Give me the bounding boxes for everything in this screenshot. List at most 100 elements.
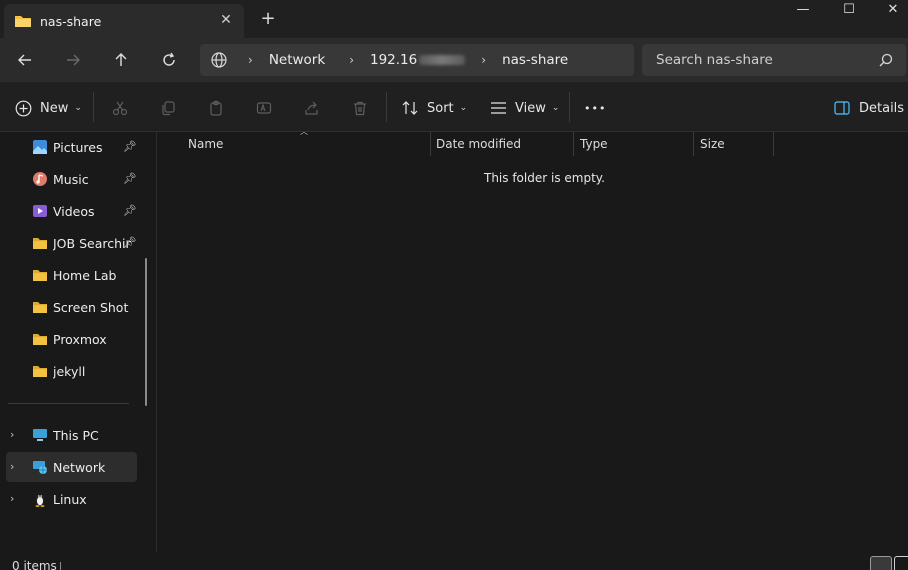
clipboard-icon [210,100,222,116]
close-window-button[interactable]: ✕ [870,0,908,22]
pin-icon[interactable]: 📌︎ [123,140,137,154]
sort-label: Sort [427,100,454,116]
new-button[interactable]: New ⌄ [15,96,82,120]
search-input[interactable] [656,52,866,68]
pictures-icon [33,140,47,154]
empty-folder-message: This folder is empty. [484,171,605,185]
search-box[interactable] [642,44,906,76]
scissors-icon [112,101,128,116]
breadcrumb-network[interactable]: Network [269,52,325,68]
details-pane-button[interactable]: Details [834,96,904,120]
breadcrumb-chevron-icon: › [349,53,354,67]
sidebar-scrollbar[interactable] [145,258,147,406]
copy-button[interactable] [160,96,176,120]
breadcrumb-chevron-icon: › [248,53,253,67]
forward-button[interactable] [61,48,85,72]
breadcrumb-nas-share[interactable]: nas-share [502,52,568,68]
sidebar-item-music[interactable]: Music 📌︎ [6,164,137,194]
back-button[interactable] [13,48,37,72]
chevron-down-icon: ⌄ [551,103,560,113]
pane-divider[interactable] [156,132,157,552]
maximize-button[interactable]: ☐ [826,0,872,22]
divider [569,92,570,122]
refresh-icon [163,52,175,66]
share-icon [305,101,318,115]
this-pc-icon [33,429,47,441]
chevron-right-icon[interactable]: › [10,428,14,441]
sidebar-item-proxmox[interactable]: Proxmox [6,324,137,354]
folder-icon [33,238,47,249]
chevron-down-icon: ⌄ [459,103,468,113]
details-view-toggle[interactable] [870,556,892,570]
chevron-down-icon: ⌄ [74,103,82,113]
refresh-button[interactable] [157,48,181,72]
column-separator[interactable] [573,132,574,156]
up-button[interactable] [109,48,133,72]
sort-button[interactable]: Sort ⌄ [402,96,467,120]
chevron-right-icon[interactable]: › [10,492,14,505]
tab-title: nas-share [40,13,102,29]
details-label: Details [859,100,905,116]
new-label: New [40,100,69,116]
pin-icon[interactable]: 📌︎ [123,172,137,186]
column-header-date-modified[interactable]: Date modified [436,132,572,156]
copy-icon [162,101,175,116]
column-header-size[interactable]: Size [700,132,772,156]
pin-icon[interactable]: 📌︎ [123,204,137,218]
status-divider [60,562,61,570]
pin-icon[interactable]: 📌︎ [123,236,137,250]
sidebar-item-jekyll[interactable]: jekyll [6,356,137,386]
sidebar-item-home-lab[interactable]: Home Lab [6,260,137,290]
arrow-right-icon [67,54,80,66]
rename-button[interactable] [256,96,272,120]
list-view-icon [491,102,506,114]
videos-icon [33,205,47,217]
tab-close-icon[interactable]: ✕ [218,12,234,28]
tab-nas-share[interactable]: nas-share ✕ [4,4,244,38]
rename-icon [256,102,272,114]
column-separator[interactable] [693,132,694,156]
sidebar-item-this-pc[interactable]: › This PC [6,420,137,450]
chevron-right-icon[interactable]: › [10,460,14,473]
sidebar-item-videos[interactable]: Videos 📌︎ [6,196,137,226]
delete-button[interactable] [352,96,368,120]
sort-arrows-icon [402,101,418,115]
folder-icon [33,366,47,377]
share-button[interactable] [304,96,320,120]
sidebar-divider [8,403,129,404]
sidebar-item-linux[interactable]: › Linux [6,484,137,514]
large-icons-view-toggle[interactable] [894,556,908,570]
plus-circle-icon [15,100,32,116]
address-bar[interactable]: › Network › 192.16 › nas-share [200,44,634,76]
folder-icon [33,270,47,281]
arrow-up-icon [115,53,127,66]
more-options-button[interactable]: ••• [584,96,606,120]
sidebar-item-network[interactable]: › Network [6,452,137,482]
network-icon [33,461,47,474]
column-header-type[interactable]: Type [580,132,690,156]
column-separator[interactable] [773,132,774,156]
breadcrumb-ip-address[interactable]: 192.16 [370,52,466,68]
minimize-button[interactable]: — [780,0,826,22]
redacted-blur [419,55,466,65]
command-bar: New ⌄ Sort ⌄ View ⌄ ••• Details [0,82,908,132]
music-icon [33,172,47,186]
sidebar-item-job-searching[interactable]: JOB Searching 📌︎ [6,228,137,258]
new-tab-button[interactable]: + [258,9,278,29]
sidebar-item-pictures[interactable]: Pictures 📌︎ [6,132,137,162]
column-separator[interactable] [430,132,431,156]
status-item-count: 0 items [12,559,57,570]
arrow-left-icon [18,54,31,66]
navigation-pane: Pictures 📌︎ Music 📌︎ Videos 📌︎ JOB Searc… [0,132,148,550]
folder-icon [33,302,47,313]
divider [386,92,387,122]
column-header-name[interactable]: Name [188,132,428,156]
sidebar-item-screen-shot[interactable]: Screen Shot [6,292,137,322]
globe-network-icon [211,52,227,68]
paste-button[interactable] [208,96,224,120]
view-button[interactable]: View ⌄ [490,96,559,120]
cut-button[interactable] [112,96,128,120]
breadcrumb-chevron-icon: › [481,53,487,67]
search-icon [879,53,893,67]
linux-penguin-icon [35,494,45,507]
